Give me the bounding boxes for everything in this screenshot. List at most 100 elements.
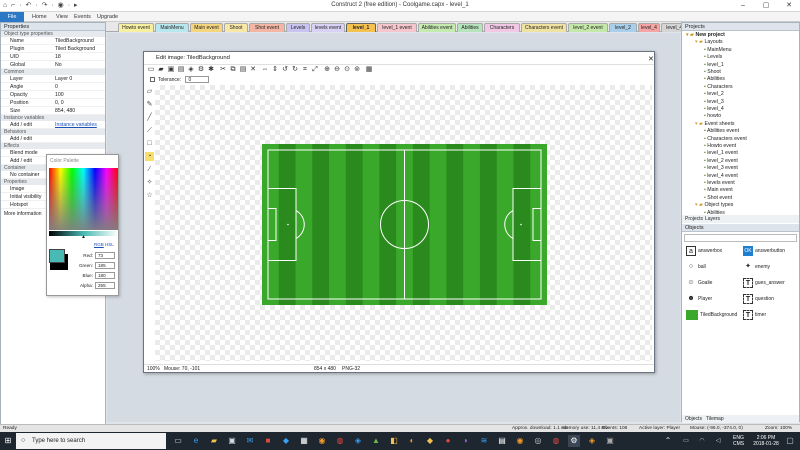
tree-item[interactable]: ▪ level_3 (704, 99, 724, 107)
construct2-icon[interactable]: ⚙ (568, 435, 580, 447)
property-row[interactable]: Opacity 100 (1, 91, 105, 99)
maximize-icon[interactable]: ▢ (755, 0, 777, 12)
zoom-out-icon[interactable]: ⊖ (333, 66, 341, 74)
tree-item[interactable]: ▪ level_4 (704, 106, 724, 114)
tree-item[interactable]: ▾ ▰ Object types (695, 202, 733, 210)
origin-icon[interactable]: ☆ (145, 191, 154, 200)
object-item[interactable]: Ttimer (743, 309, 766, 321)
line-icon[interactable]: ⟋ (145, 126, 154, 135)
mail-icon[interactable]: ✉ (244, 435, 256, 447)
object-item[interactable]: OK answerbutton (743, 245, 785, 257)
tree-item[interactable]: ▪ Abilities (704, 210, 725, 214)
tree-item[interactable]: ▪ howto (704, 113, 721, 121)
tab-shot-event[interactable]: Shot event (249, 23, 285, 32)
app-icon-amber[interactable]: ◉ (514, 435, 526, 447)
import-icon[interactable]: ▤ (177, 66, 185, 74)
new-icon[interactable]: ▭ (147, 66, 155, 74)
tab-layers[interactable]: Layers (705, 215, 720, 223)
tree-item[interactable]: ▪ level_3 event (704, 165, 738, 173)
tree-item[interactable]: ▪ level_2 (704, 91, 724, 99)
tree-item[interactable]: ▪ Shoot (704, 69, 721, 77)
menu-events[interactable]: Events (70, 12, 95, 22)
hotspot-icon[interactable]: ✧ (145, 178, 154, 187)
tab-abilities-event[interactable]: Abilities event (418, 23, 456, 32)
eyedropper-icon[interactable]: ⁄ (145, 165, 154, 174)
tree-item[interactable]: ▾ ▰ New project (686, 32, 725, 40)
tab-abilities[interactable]: Abilities (457, 23, 483, 32)
tree-item[interactable]: ▪ level_1 (704, 62, 724, 70)
app-icon-rose[interactable]: ◍ (550, 435, 562, 447)
crop-icon[interactable]: ⌗ (301, 66, 309, 74)
tree-item[interactable]: ▪ MainMenu (704, 47, 732, 55)
battery-icon[interactable]: ▭ (680, 435, 692, 447)
object-item[interactable]: TiledBackground (686, 309, 737, 321)
delete-icon[interactable]: ✕ (249, 66, 257, 74)
taskbar-search-box[interactable]: ○ Type here to search (16, 433, 166, 449)
app-icon-gold[interactable]: ◆ (424, 435, 436, 447)
app-icon-cyan[interactable]: ◈ (352, 435, 364, 447)
tree-item[interactable]: ▪ level_1 event (704, 150, 738, 158)
tree-item[interactable]: ▪ Characters (704, 84, 733, 92)
fill-icon[interactable]: ◔ (145, 152, 154, 161)
tree-item[interactable]: ▪ levels event (704, 180, 735, 188)
property-row[interactable]: Add / edit (1, 135, 105, 143)
task-view-icon[interactable]: ▭ (172, 435, 184, 447)
tree-item[interactable]: ▪ Main event (704, 187, 733, 195)
object-item[interactable]: Tgues_answer (743, 277, 785, 289)
tree-item[interactable]: ▪ level_4 event (704, 173, 738, 181)
tolerance-input[interactable]: 0 (185, 76, 210, 84)
system-tray-icons[interactable]: ⌃ (662, 435, 674, 447)
tab-main-event[interactable]: Main event (190, 23, 223, 32)
primary-color-swatch[interactable] (49, 249, 65, 263)
property-row[interactable]: Size 854, 480 (1, 107, 105, 115)
zoom-fit-icon[interactable]: ⊙ (343, 66, 351, 74)
property-row[interactable]: Name TiledBackground (1, 37, 105, 45)
paste-icon[interactable]: ▤ (239, 66, 247, 74)
tree-item[interactable]: ▪ Shot event (704, 195, 732, 203)
property-value[interactable]: Instance variables (55, 121, 97, 129)
tab-tilemap[interactable]: Tilemap (706, 415, 724, 423)
network-icon[interactable]: ◠ (696, 435, 708, 447)
property-row[interactable]: UID 18 (1, 53, 105, 61)
tree-item[interactable]: ▪ Abilities (704, 76, 725, 84)
object-item[interactable]: ☻ Player (686, 293, 712, 305)
app-icon-grid[interactable]: ▤ (496, 435, 508, 447)
property-row[interactable]: Layer Layer 0 (1, 75, 105, 83)
brush-icon[interactable]: ╱ (145, 113, 154, 122)
chrome-icon[interactable]: ◍ (334, 435, 346, 447)
app-icon-silver[interactable]: ▣ (604, 435, 616, 447)
menu-home[interactable]: Home (28, 12, 51, 22)
tab-level-1[interactable]: level_1 (346, 23, 376, 32)
open-icon[interactable]: ▰ (157, 66, 165, 74)
tab-level-4[interactable]: level_4 (638, 23, 660, 32)
resize-icon[interactable]: ⤢ (311, 66, 319, 74)
taskbar-clock[interactable]: 2:06 PM 2018-01-28 (752, 435, 780, 447)
tab-mainmenu[interactable]: MainMenu (155, 23, 189, 32)
tree-item[interactable]: ▪ Abilities event (704, 128, 739, 136)
tab-level-2-event[interactable]: level_2 event (568, 23, 608, 32)
property-row[interactable]: Angle 0 (1, 83, 105, 91)
palette-field-input[interactable]: 180 (95, 272, 115, 279)
file-explorer-icon[interactable]: ▰ (208, 435, 220, 447)
object-item[interactable]: ✦ enemy (743, 261, 770, 273)
property-row[interactable]: Position 0, 0 (1, 99, 105, 107)
tab-characters[interactable]: Characters (484, 23, 520, 32)
rotate-right-icon[interactable]: ↻ (291, 66, 299, 74)
tab-characters-event[interactable]: Characters event (521, 23, 567, 32)
color-spectrum[interactable] (49, 168, 118, 230)
firefox-icon[interactable]: ◐ (406, 435, 418, 447)
edge-icon[interactable]: e (190, 435, 202, 447)
object-item[interactable]: Tquestion (743, 293, 774, 305)
collision-icon[interactable]: ▦ (365, 66, 373, 74)
object-item[interactable]: ○ ball (686, 261, 706, 273)
app-icon-sky[interactable]: ≋ (478, 435, 490, 447)
close-icon[interactable]: ✕ (778, 0, 800, 12)
notification-icon[interactable]: ▢ (784, 435, 796, 447)
menu-upgrade[interactable]: Upgrade (93, 12, 122, 22)
visual-studio-icon[interactable]: ◗ (460, 435, 472, 447)
tab-projects[interactable]: Projects (685, 215, 703, 223)
palette-field-input[interactable]: 255 (95, 282, 115, 289)
copy-icon[interactable]: ⧉ (229, 66, 237, 74)
app-icon-blue[interactable]: ◆ (280, 435, 292, 447)
app-icon-tangerine[interactable]: ◈ (586, 435, 598, 447)
